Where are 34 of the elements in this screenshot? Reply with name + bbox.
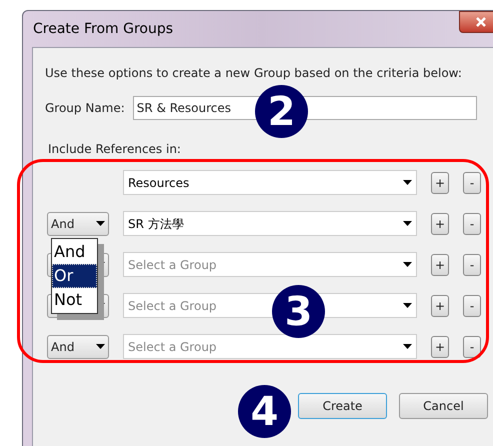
caret-icon bbox=[96, 344, 105, 349]
caret-icon bbox=[96, 221, 105, 226]
instruction-text: Use these options to create a new Group based on the criteria below: bbox=[45, 65, 463, 82]
add-button[interactable]: + bbox=[431, 336, 449, 358]
group-dropdown[interactable]: Select a Group bbox=[123, 334, 417, 359]
group-dropdown[interactable]: Select a Group bbox=[123, 252, 417, 277]
remove-button[interactable]: - bbox=[463, 294, 481, 316]
dialog-button[interactable]: Cancel bbox=[399, 393, 488, 419]
menu-option[interactable]: Or bbox=[52, 264, 97, 288]
close-icon bbox=[475, 16, 487, 28]
group-dropdown[interactable]: SR 方法學 bbox=[123, 211, 417, 236]
add-button[interactable]: + bbox=[431, 294, 449, 316]
add-button[interactable]: + bbox=[431, 172, 449, 194]
remove-button[interactable]: - bbox=[463, 254, 481, 276]
caret-icon bbox=[403, 303, 412, 308]
group-dropdown[interactable]: Resources bbox=[123, 170, 417, 195]
group-name-label: Group Name: bbox=[45, 100, 125, 117]
add-button[interactable]: + bbox=[431, 254, 449, 276]
dialog-button[interactable]: Create bbox=[298, 393, 387, 419]
caret-icon bbox=[403, 221, 412, 226]
caret-icon bbox=[403, 344, 412, 349]
include-label: Include References in: bbox=[48, 141, 182, 158]
remove-button[interactable]: - bbox=[463, 172, 481, 194]
operator-dropdown[interactable]: And bbox=[47, 212, 109, 236]
menu-option[interactable]: And bbox=[52, 240, 97, 264]
add-button[interactable]: + bbox=[431, 212, 449, 234]
operator-dropdown[interactable]: And bbox=[47, 334, 109, 358]
caret-icon bbox=[403, 262, 412, 267]
caret-icon bbox=[403, 180, 412, 185]
remove-button[interactable]: - bbox=[463, 336, 481, 358]
remove-button[interactable]: - bbox=[463, 212, 481, 234]
close-button[interactable] bbox=[459, 11, 493, 33]
menu-option[interactable]: Not bbox=[52, 288, 97, 312]
window-title: Create From Groups bbox=[33, 20, 174, 38]
